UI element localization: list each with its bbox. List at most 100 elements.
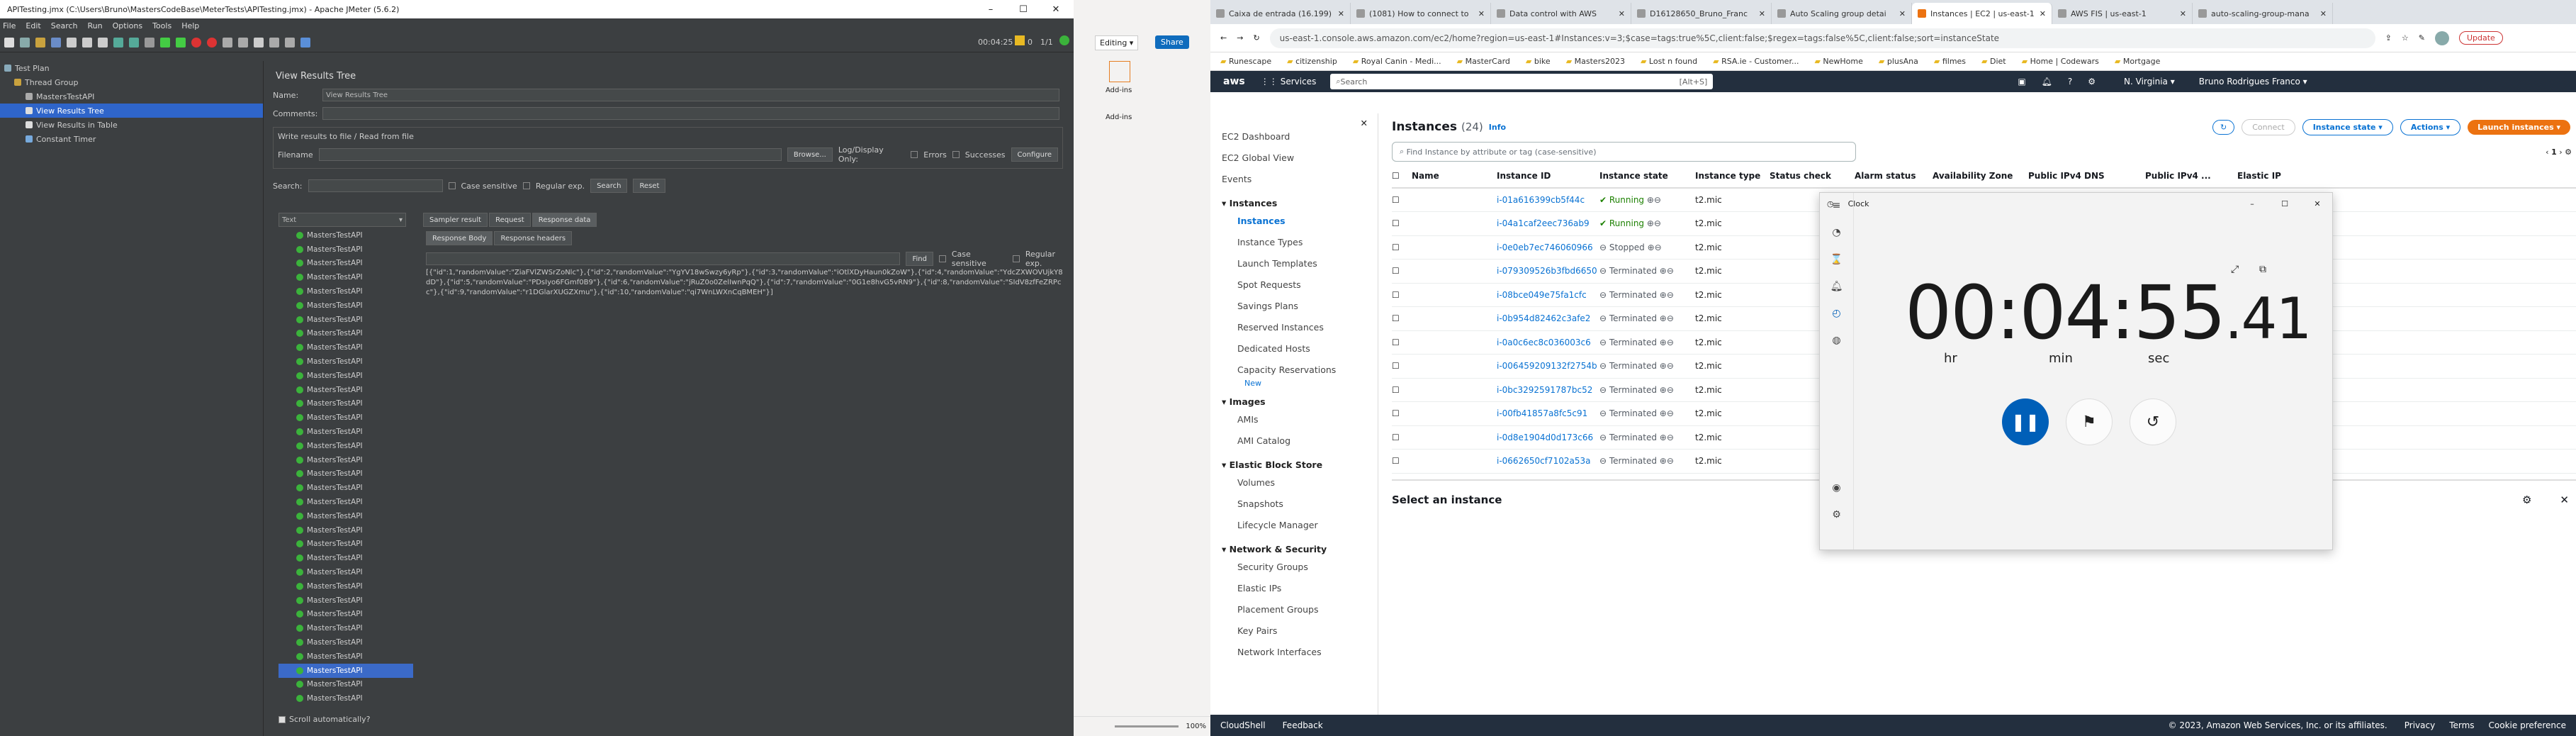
- zoom-in-icon[interactable]: ⊕⊖: [1644, 195, 1661, 205]
- zoom-in-icon[interactable]: ⊕⊖: [1657, 408, 1674, 418]
- column-header[interactable]: Instance ID: [1497, 171, 1599, 181]
- feedback-link[interactable]: Feedback: [1283, 720, 1323, 730]
- configure-button[interactable]: Configure: [1011, 147, 1058, 162]
- info-link[interactable]: Info: [1489, 123, 1506, 132]
- result-item[interactable]: MastersTestAPI: [279, 621, 413, 635]
- bookmark-item[interactable]: ▰ NewHome: [1814, 57, 1862, 66]
- share-button[interactable]: Share: [1155, 35, 1189, 49]
- sidebar-item[interactable]: Instance Types: [1210, 234, 1378, 255]
- cloudshell-link[interactable]: CloudShell: [1220, 720, 1266, 730]
- browser-tab[interactable]: Data control with AWS ✕: [1491, 3, 1631, 24]
- tab-response-data[interactable]: Response data: [531, 213, 597, 227]
- find-field[interactable]: [426, 252, 901, 265]
- row-checkbox[interactable]: ☐: [1392, 456, 1412, 466]
- column-header[interactable]: Instance type: [1695, 171, 1770, 181]
- zoom-in-icon[interactable]: ⊕⊖: [1657, 433, 1674, 442]
- close-tab-icon[interactable]: ✕: [1619, 9, 1625, 18]
- sidebar-close[interactable]: ✕: [1210, 113, 1378, 128]
- sidebar-section[interactable]: ▾ Network & Security: [1210, 538, 1378, 559]
- close-tab-icon[interactable]: ✕: [1759, 9, 1765, 18]
- browser-tab[interactable]: D16128650_Bruno_Franc ✕: [1631, 3, 1772, 24]
- result-item[interactable]: MastersTestAPI: [279, 509, 413, 523]
- instance-id-link[interactable]: i-08bce049e75fa1cfc: [1497, 290, 1599, 300]
- reset-search-icon[interactable]: [269, 37, 279, 48]
- close-tab-icon[interactable]: ✕: [2040, 9, 2046, 18]
- lap-button[interactable]: ⚑: [2066, 398, 2113, 445]
- alarm-icon[interactable]: 🔔︎: [1830, 281, 1843, 292]
- instance-id-link[interactable]: i-079309526b3fbd6650: [1497, 266, 1599, 276]
- column-header[interactable]: Availability Zone: [1933, 171, 2028, 181]
- menu-run[interactable]: Run: [88, 21, 103, 30]
- menu-edit[interactable]: Edit: [26, 21, 40, 30]
- result-item[interactable]: MastersTestAPI: [279, 608, 413, 622]
- function-helper-icon[interactable]: [285, 37, 295, 48]
- privacy-link[interactable]: Privacy: [2405, 720, 2435, 730]
- comments-field[interactable]: [322, 107, 1059, 120]
- bookmark-item[interactable]: ▰ Mortgage: [2115, 57, 2161, 66]
- result-item[interactable]: MastersTestAPI: [279, 678, 413, 692]
- tab-response-body[interactable]: Response Body: [426, 231, 493, 245]
- refresh-button[interactable]: ↻: [2212, 119, 2235, 135]
- menu-help[interactable]: Help: [181, 21, 199, 30]
- row-checkbox[interactable]: ☐: [1392, 313, 1412, 323]
- zoom-in-icon[interactable]: ⊕⊖: [1644, 218, 1661, 228]
- response-body-text[interactable]: [{"id":1,"randomValue":"ZiaFVlZWSrZoNlc"…: [426, 268, 1064, 298]
- filename-field[interactable]: [318, 148, 782, 161]
- sidebar-item[interactable]: Launch Templates: [1210, 255, 1378, 277]
- sidebar-item[interactable]: Placement Groups: [1210, 601, 1378, 623]
- find-button[interactable]: Find: [906, 252, 933, 266]
- browser-tab[interactable]: Auto Scaling group detai ✕: [1772, 3, 1912, 24]
- zoom-in-icon[interactable]: ⊕⊖: [1657, 456, 1674, 466]
- close-tab-icon[interactable]: ✕: [1899, 9, 1906, 18]
- help-icon[interactable]: ?: [2068, 77, 2072, 87]
- result-item[interactable]: MastersTestAPI: [279, 537, 413, 552]
- regex-checkbox[interactable]: [522, 182, 530, 189]
- result-item[interactable]: MastersTestAPI: [279, 369, 413, 383]
- result-item[interactable]: MastersTestAPI: [279, 439, 413, 453]
- zoom-in-icon[interactable]: ⊕⊖: [1657, 313, 1674, 323]
- editing-mode-button[interactable]: Editing ▾: [1095, 35, 1139, 50]
- result-item[interactable]: MastersTestAPI: [279, 579, 413, 593]
- settings-icon[interactable]: ⚙: [1832, 509, 1841, 520]
- instance-id-link[interactable]: i-0b954d82462c3afe2: [1497, 313, 1599, 323]
- row-checkbox[interactable]: ☐: [1392, 385, 1412, 395]
- instance-id-link[interactable]: i-0662650cf7102a53a: [1497, 456, 1599, 466]
- result-item[interactable]: MastersTestAPI: [279, 551, 413, 565]
- row-checkbox[interactable]: ☐: [1392, 361, 1412, 371]
- menu-options[interactable]: Options: [113, 21, 142, 30]
- close-button[interactable]: ✕: [1040, 0, 1072, 18]
- bookmark-item[interactable]: ▰ Royal Canin - Medi...: [1353, 57, 1441, 66]
- extensions-icon[interactable]: ✎: [2419, 33, 2425, 43]
- sidebar-item[interactable]: EC2 Dashboard: [1210, 128, 1378, 150]
- services-menu[interactable]: Services: [1281, 77, 1317, 87]
- collapse-icon[interactable]: [129, 37, 139, 48]
- focus-icon[interactable]: ◔: [1832, 227, 1840, 238]
- zoom-slider[interactable]: [1115, 725, 1179, 727]
- result-item[interactable]: MastersTestAPI: [279, 411, 413, 425]
- reset-button[interactable]: Reset: [633, 179, 666, 193]
- tree-item-sampler[interactable]: MastersTestAPI: [0, 89, 263, 104]
- sidebar-item[interactable]: Snapshots: [1210, 496, 1378, 517]
- browse-button[interactable]: Browse...: [787, 147, 833, 162]
- result-item[interactable]: MastersTestAPI: [279, 327, 413, 341]
- aws-search-input[interactable]: ⌕ Search [Alt+S]: [1330, 74, 1714, 89]
- result-item[interactable]: MastersTestAPI: [279, 228, 413, 242]
- result-item[interactable]: MastersTestAPI: [279, 663, 413, 678]
- maximize-button[interactable]: ☐: [1007, 0, 1040, 18]
- share-icon[interactable]: ⇪: [2385, 33, 2392, 43]
- start-no-pause-icon[interactable]: [176, 37, 186, 48]
- search-icon[interactable]: [254, 37, 264, 48]
- menu-icon[interactable]: ≡: [1833, 200, 1841, 211]
- sidebar-item[interactable]: Instances: [1210, 213, 1378, 234]
- connect-button[interactable]: Connect: [2242, 118, 2295, 135]
- case-sensitive-checkbox[interactable]: [448, 182, 456, 189]
- row-checkbox[interactable]: ☐: [1392, 290, 1412, 300]
- renderer-select[interactable]: Text ▾: [279, 213, 406, 227]
- save-icon[interactable]: [51, 37, 61, 48]
- reset-button[interactable]: ↺: [2130, 398, 2176, 445]
- sidebar-item[interactable]: Lifecycle Manager: [1210, 517, 1378, 538]
- bookmark-item[interactable]: ▰ filmes: [1934, 57, 1966, 66]
- copy-icon[interactable]: [82, 37, 92, 48]
- sidebar-section[interactable]: ▾ Images: [1210, 391, 1378, 411]
- result-item[interactable]: MastersTestAPI: [279, 257, 413, 271]
